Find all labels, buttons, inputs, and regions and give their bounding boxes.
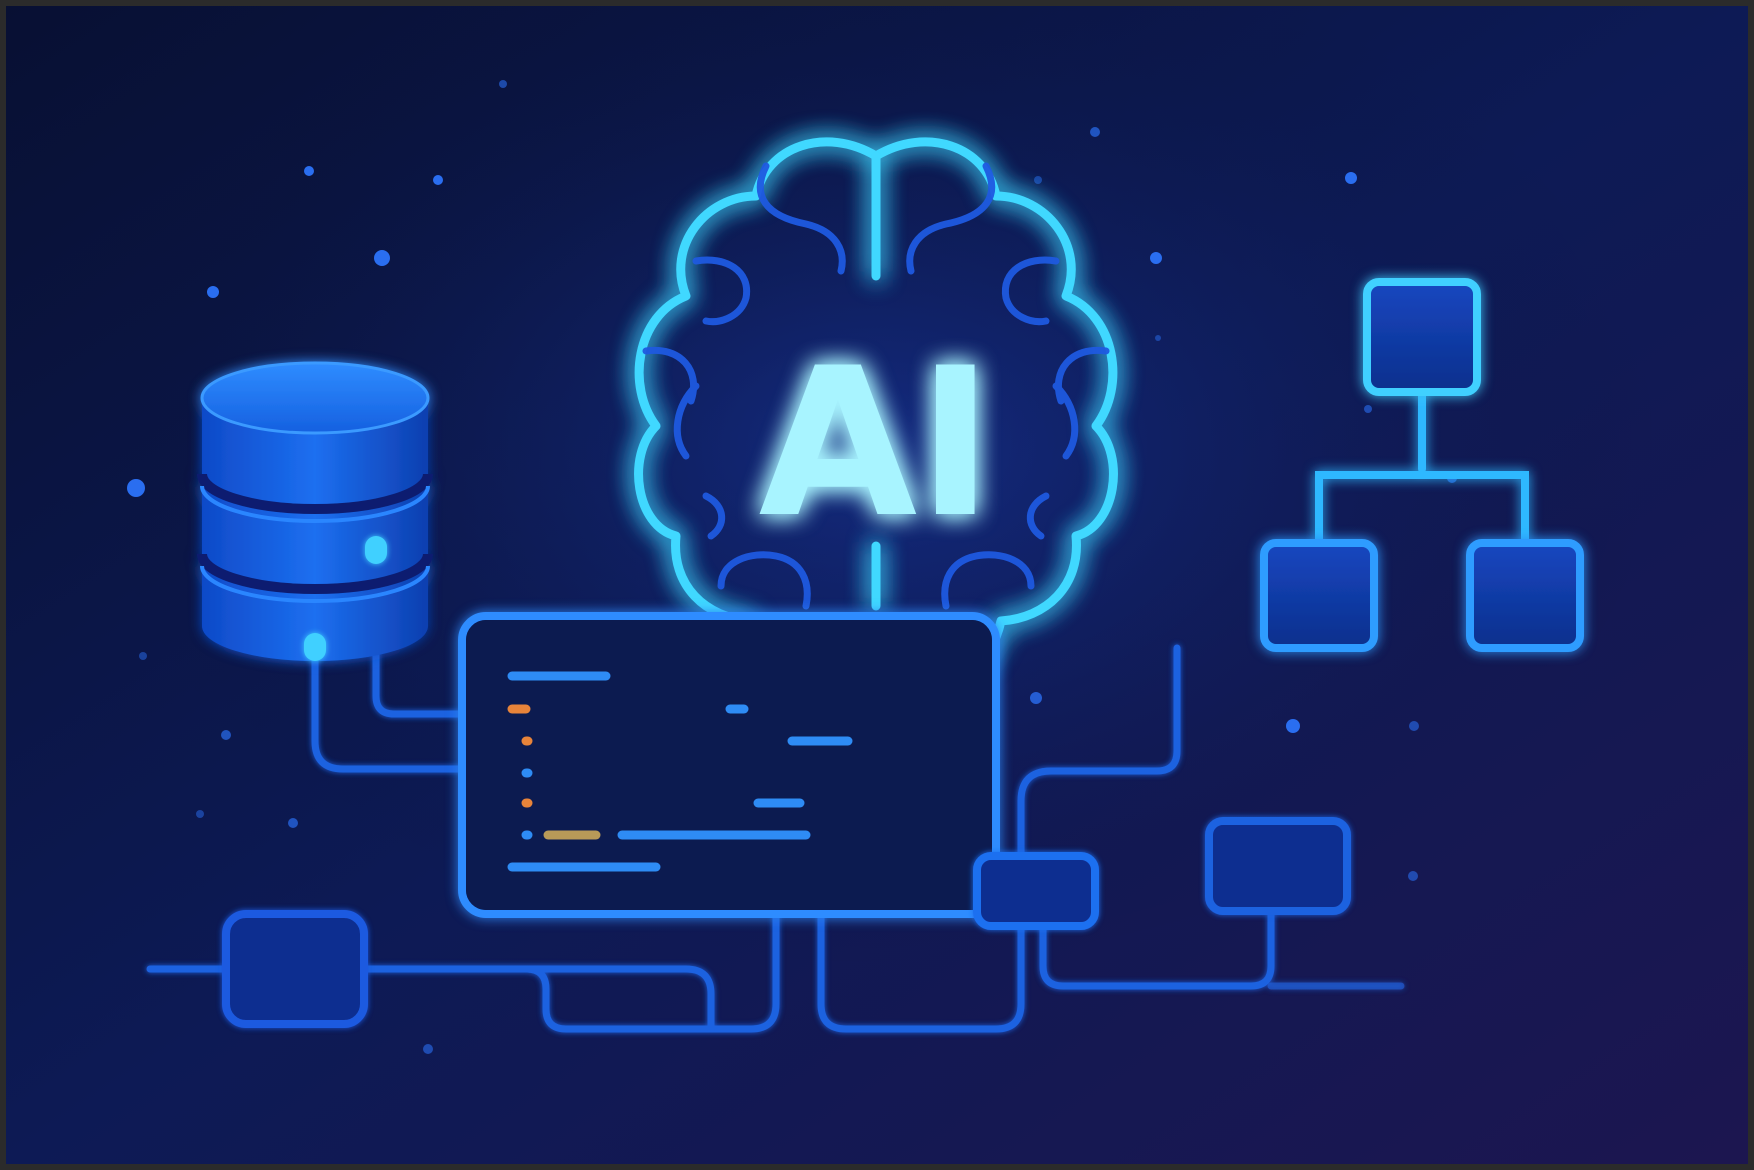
hierarchy-left-node	[1260, 539, 1378, 652]
svg-text:AI: AI	[759, 325, 994, 563]
illustration-frame: AI	[6, 6, 1748, 1164]
circuit-node-bottom-middle	[973, 852, 1099, 930]
ai-illustration: AI	[6, 6, 1748, 1164]
circuit-node-bottom-left	[222, 910, 368, 1028]
database-icon	[197, 361, 433, 661]
hierarchy-root-node	[1363, 278, 1481, 396]
circuit-node-bottom-right	[1205, 817, 1351, 915]
code-window-icon	[458, 612, 1000, 918]
hierarchy-right-node	[1466, 539, 1584, 652]
ai-headline: AI	[759, 325, 994, 563]
